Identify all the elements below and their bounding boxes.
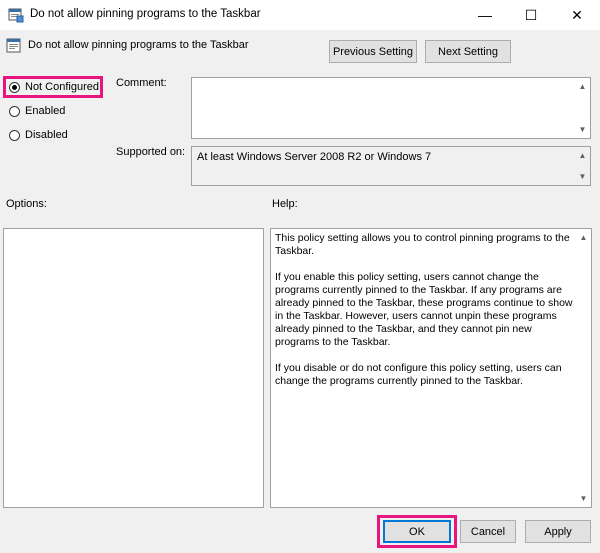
supported-field: At least Windows Server 2008 R2 or Windo… bbox=[191, 146, 591, 186]
setting-name: Do not allow pinning programs to the Tas… bbox=[28, 39, 249, 51]
comment-value bbox=[192, 78, 590, 84]
help-label: Help: bbox=[272, 198, 298, 210]
help-scrollbar[interactable]: ▲ ▼ bbox=[576, 229, 591, 507]
supported-value: At least Windows Server 2008 R2 or Windo… bbox=[197, 151, 432, 163]
chevron-down-icon[interactable]: ▼ bbox=[575, 122, 590, 137]
chevron-down-icon[interactable]: ▼ bbox=[576, 491, 591, 506]
comment-label: Comment: bbox=[116, 77, 167, 89]
supported-label: Supported on: bbox=[116, 146, 186, 158]
close-button[interactable]: ✕ bbox=[554, 0, 600, 30]
minimize-icon: — bbox=[478, 7, 492, 23]
chevron-up-icon[interactable]: ▲ bbox=[575, 79, 590, 94]
maximize-button[interactable]: ☐ bbox=[508, 0, 554, 30]
setting-icon bbox=[6, 38, 22, 54]
radio-button[interactable] bbox=[9, 105, 20, 117]
comment-scrollbar[interactable]: ▲ ▼ bbox=[575, 78, 590, 138]
minimize-button[interactable]: — bbox=[462, 0, 508, 30]
maximize-icon: ☐ bbox=[524, 6, 538, 23]
help-paragraph: This policy setting allows you to contro… bbox=[275, 232, 570, 257]
help-panel: This policy setting allows you to contro… bbox=[270, 228, 592, 508]
help-paragraph: If you disable or do not configure this … bbox=[275, 362, 562, 387]
radio-not-configured[interactable]: Not Configured bbox=[9, 81, 99, 93]
radio-enabled[interactable]: Enabled bbox=[9, 105, 65, 117]
radio-label: Not Configured bbox=[25, 81, 99, 93]
supported-scrollbar[interactable]: ▲ ▼ bbox=[575, 147, 590, 185]
radio-label: Disabled bbox=[25, 129, 68, 141]
help-text: This policy setting allows you to contro… bbox=[275, 232, 578, 401]
ok-button[interactable]: OK bbox=[383, 520, 451, 543]
chevron-down-icon[interactable]: ▼ bbox=[575, 169, 590, 184]
title-bar: Do not allow pinning programs to the Tas… bbox=[0, 0, 600, 30]
radio-button[interactable] bbox=[9, 129, 20, 141]
comment-field[interactable]: ▲ ▼ bbox=[191, 77, 591, 139]
radio-button[interactable] bbox=[9, 81, 20, 93]
previous-setting-button[interactable]: Previous Setting bbox=[329, 40, 417, 63]
close-icon: ✕ bbox=[571, 6, 583, 23]
window-title: Do not allow pinning programs to the Tas… bbox=[30, 8, 261, 20]
cancel-button[interactable]: Cancel bbox=[460, 520, 516, 543]
policy-icon bbox=[8, 7, 24, 23]
chevron-up-icon[interactable]: ▲ bbox=[575, 148, 590, 163]
chevron-up-icon[interactable]: ▲ bbox=[576, 230, 591, 245]
radio-label: Enabled bbox=[25, 105, 66, 117]
help-paragraph: If you enable this policy setting, users… bbox=[275, 271, 573, 348]
options-panel bbox=[3, 228, 264, 508]
radio-disabled[interactable]: Disabled bbox=[9, 129, 68, 141]
options-label: Options: bbox=[6, 198, 47, 210]
next-setting-button[interactable]: Next Setting bbox=[425, 40, 511, 63]
apply-button[interactable]: Apply bbox=[525, 520, 591, 543]
